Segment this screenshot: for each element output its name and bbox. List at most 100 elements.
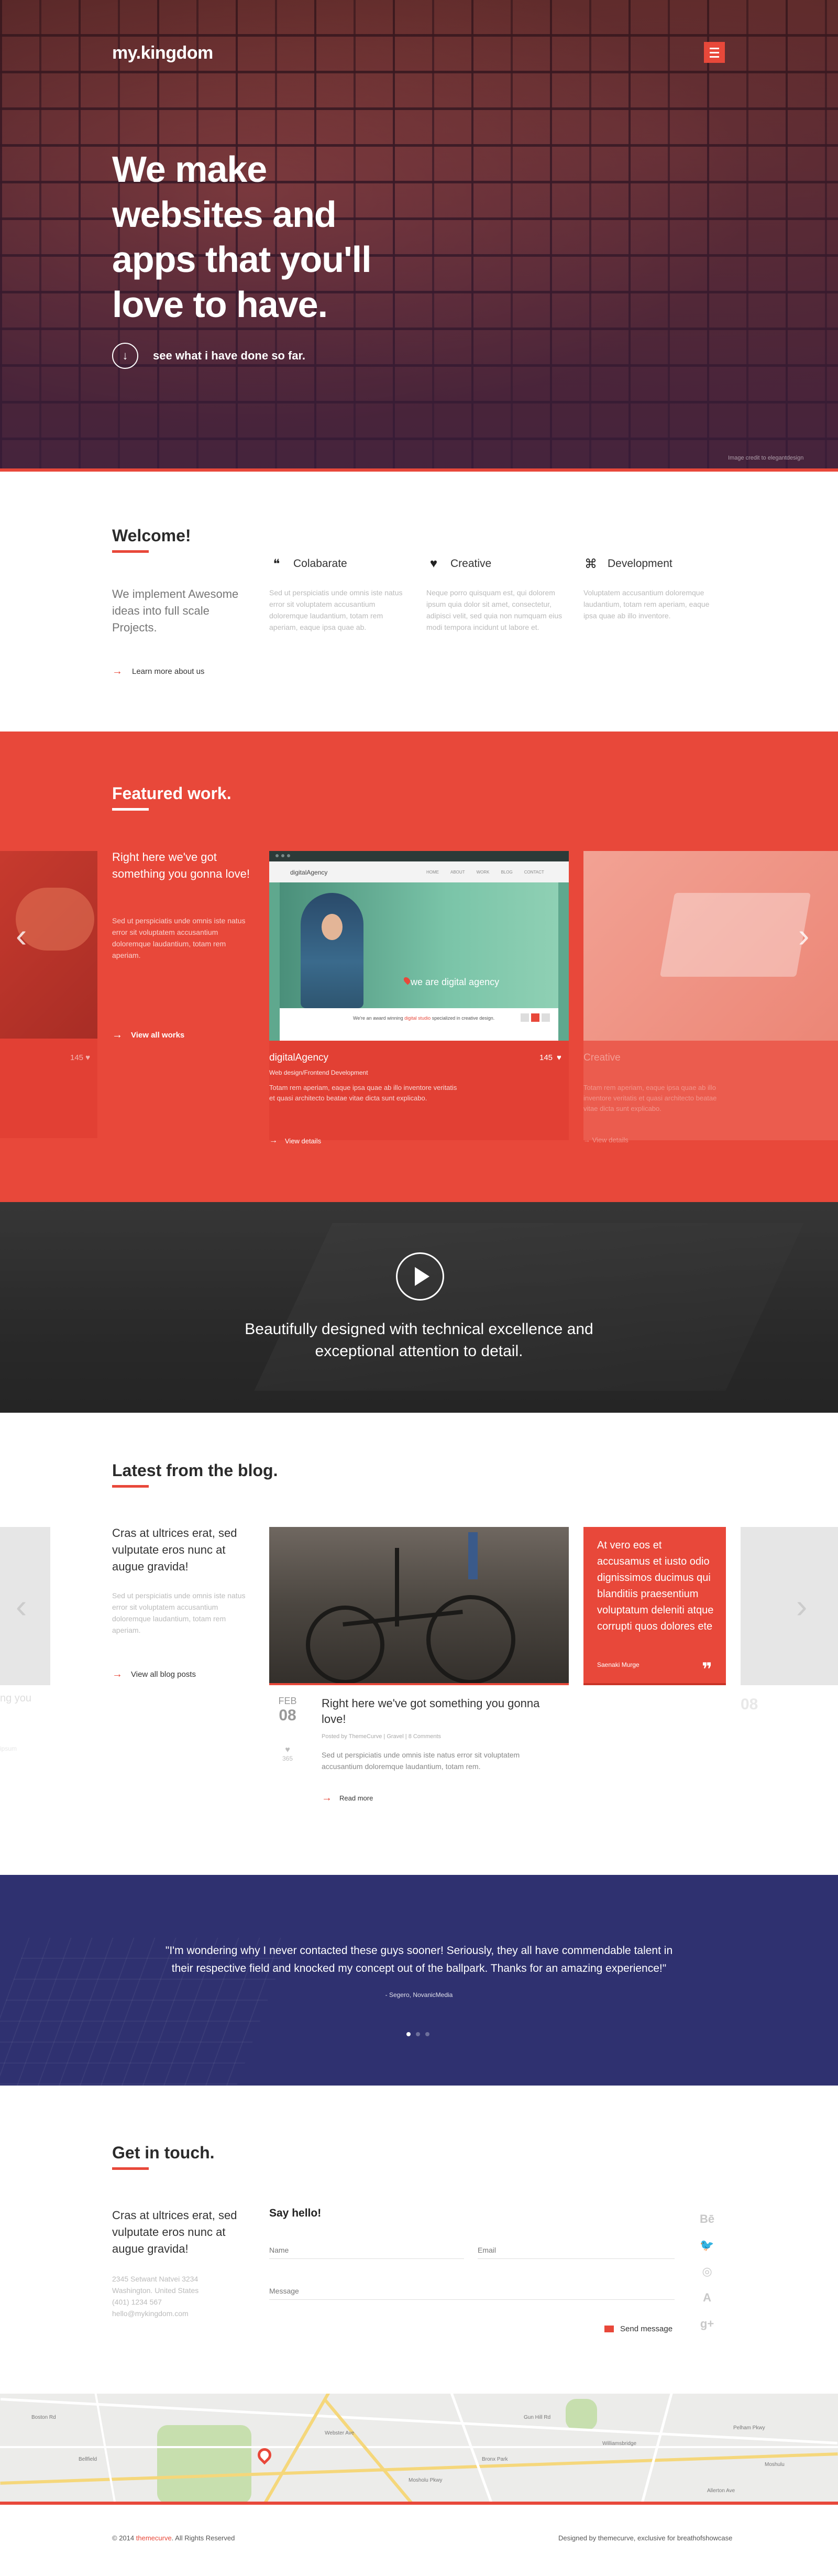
hero-cta[interactable]: ↓ see what i have done so far.: [112, 343, 305, 369]
service-title: Colabarate: [293, 558, 347, 570]
arrow-down-icon[interactable]: ↓: [112, 343, 138, 369]
service-colabarate: ❝ Colabarate Sed ut perspiciatis unde omn…: [269, 556, 405, 633]
service-title: Development: [608, 558, 672, 570]
work-thumbnail-prev[interactable]: [0, 851, 97, 1039]
command-icon: ⌘: [585, 556, 597, 571]
post-excerpt: Sed ut perspiciatis unde omnis iste natu…: [322, 1751, 520, 1771]
learn-more-link[interactable]: → Learn more about us: [112, 665, 204, 678]
welcome-intro: We implement Awesome ideas into full sca…: [112, 587, 239, 634]
title-underline: [112, 550, 149, 553]
site-logo[interactable]: my.kingdom: [112, 43, 213, 63]
arrow-right-icon: →: [322, 1792, 332, 1804]
title-underline: [112, 2167, 149, 2170]
blog-prev-title: ng you: [0, 1693, 32, 1704]
heart-icon: ♥: [557, 1053, 561, 1062]
read-more-link[interactable]: → Read more: [322, 1792, 373, 1804]
video-section: [0, 1202, 838, 1413]
quote-author: Saenaki Murge: [597, 1661, 639, 1668]
view-all-works-link[interactable]: → View all works: [112, 1029, 184, 1041]
arrow-right-icon: →: [269, 1136, 278, 1145]
footer-accent-bar: [0, 2502, 838, 2505]
view-details-link[interactable]: → View details: [269, 1136, 321, 1145]
carousel-dots: [406, 2032, 429, 2036]
like-count: 145 ♥: [70, 1053, 91, 1062]
arrow-right-icon: →: [112, 1029, 123, 1041]
work-thumbnail-digitalagency[interactable]: digitalAgency HOME ABOUT WORK BLOG CONTA…: [269, 851, 569, 1041]
chevron-right-icon[interactable]: ›: [796, 1587, 807, 1625]
send-message-button[interactable]: Send message: [604, 2324, 672, 2333]
view-all-posts-link[interactable]: → View all blog posts: [112, 1668, 196, 1680]
blog-intro-sub: Sed ut perspiciatis unde omnis iste natu…: [112, 1591, 246, 1634]
menu-button[interactable]: [704, 42, 725, 63]
email-field[interactable]: [478, 2242, 675, 2259]
post-byline: Posted by ThemeCurve | Gravel | 8 Commen…: [322, 1733, 442, 1740]
twitter-icon[interactable]: 🐦: [700, 2239, 714, 2252]
service-development: ⌘ Development Voluptatem accusantium dolo…: [583, 556, 720, 621]
quote-text: At vero eos et accusamus et iusto odio d…: [597, 1540, 714, 1632]
work-description: Totam rem aperiam, eaque ipsa quae ab il…: [583, 1084, 717, 1112]
learn-more-label[interactable]: Learn more about us: [132, 667, 204, 676]
heart-icon: ♥: [429, 556, 438, 571]
view-details-link: → View details: [583, 1136, 629, 1144]
featured-intro: Right here we've got something you gonna…: [112, 850, 250, 880]
dribbble-icon[interactable]: ◎: [702, 2265, 712, 2278]
chat-icon: ❝: [273, 556, 280, 571]
video-caption: Beautifully designed with technical exce…: [245, 1320, 593, 1360]
mock-headline: we are digital agency: [411, 977, 500, 987]
like-count: 365: [282, 1755, 293, 1762]
googleplus-icon[interactable]: g+: [700, 2317, 714, 2331]
mock-brand: digitalAgency: [290, 869, 328, 876]
hamburger-icon: [710, 47, 719, 49]
testimonial-section: [0, 1875, 838, 2086]
title-underline: [112, 1485, 149, 1488]
service-text: Sed ut perspiciatis unde omnis iste natu…: [269, 588, 403, 631]
welcome-title: Welcome!: [112, 526, 191, 545]
arrow-right-icon: →: [112, 1668, 123, 1680]
post-title[interactable]: Right here we've got something you gonna…: [322, 1696, 563, 1727]
work-title: Creative: [583, 1052, 621, 1063]
hero-title: We make websites and apps that you'll lo…: [112, 149, 372, 325]
heart-icon: ♥: [85, 1053, 91, 1062]
service-title: Creative: [450, 558, 492, 570]
blog-post-image[interactable]: [269, 1527, 569, 1685]
contact-intro: Cras at ultrices erat, sed vulputate ero…: [112, 2209, 237, 2255]
copyright: © 2014 themecurve. All Rights Reserved: [112, 2534, 235, 2542]
work-description: Totam rem aperiam, eaque ipsa quae ab il…: [269, 1084, 457, 1102]
contact-title: Get in touch.: [112, 2143, 215, 2162]
form-title: Say hello!: [269, 2207, 322, 2219]
work-category: Web design/Frontend Development: [269, 1069, 368, 1076]
pin-icon: [402, 976, 412, 985]
contact-address: 2345 Setwant Natvei 3234 Washington. Uni…: [112, 2275, 199, 2318]
hero-credit: Image credit to elegantdesign: [728, 455, 804, 461]
quote-icon: ❞: [702, 1660, 712, 1679]
play-icon: [415, 1267, 429, 1286]
testimonial-author: - Segero, NovanicMedia: [385, 1991, 453, 1999]
blog-thumbnail-next[interactable]: [741, 1527, 838, 1685]
service-text: Neque porro quisquam est, qui dolorem ip…: [426, 588, 563, 631]
work-title[interactable]: digitalAgency: [269, 1052, 328, 1064]
blog-title: Latest from the blog.: [112, 1461, 278, 1480]
hero-accent-bar: [0, 468, 838, 472]
arrow-right-icon: →: [112, 665, 123, 677]
title-underline: [112, 808, 149, 811]
carousel-dot[interactable]: [416, 2032, 420, 2036]
deviantart-icon[interactable]: A: [703, 2291, 711, 2305]
featured-intro-sub: Sed ut perspiciatis unde omnis iste natu…: [112, 916, 246, 959]
play-button[interactable]: [396, 1252, 444, 1301]
post-date: FEB 08 ♥ 365: [269, 1696, 306, 1762]
chevron-left-icon[interactable]: ‹: [16, 1587, 27, 1625]
carousel-dot[interactable]: [425, 2032, 429, 2036]
message-field[interactable]: [269, 2283, 675, 2300]
featured-title: Featured work.: [112, 784, 231, 803]
chevron-right-icon[interactable]: ›: [798, 916, 809, 955]
behance-icon[interactable]: Bē: [700, 2212, 714, 2226]
chevron-left-icon[interactable]: ‹: [16, 916, 27, 955]
designer-credit: Designed by themecurve, exclusive for br…: [558, 2534, 733, 2542]
view-all-label[interactable]: View all works: [131, 1031, 184, 1040]
map[interactable]: Bellfield Webster Ave Mosholu Pkwy Gun H…: [0, 2394, 838, 2504]
heart-icon[interactable]: ♥: [269, 1745, 306, 1755]
carousel-dot[interactable]: [406, 2032, 411, 2036]
name-field[interactable]: [269, 2242, 464, 2259]
hero-cta-label[interactable]: see what i have done so far.: [153, 349, 305, 363]
like-count[interactable]: 145 ♥: [539, 1053, 561, 1062]
